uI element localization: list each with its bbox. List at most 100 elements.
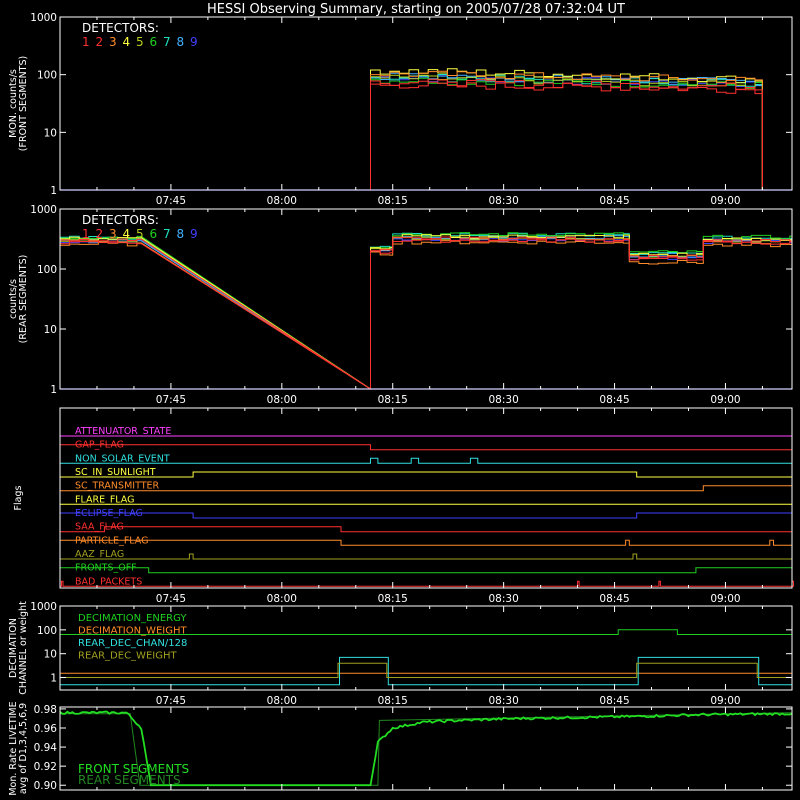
page-title: HESSI Observing Summary, starting on 200… [207,2,625,17]
legend-detector-8: 8 [177,227,185,241]
flag-label: SAA_FLAG [75,522,124,533]
flag-non-solar-event-trace [60,457,792,464]
y-tick-label: 10 [44,127,57,139]
y-axis-label: Flags [13,485,24,510]
flag-particle-flag-trace [59,539,792,546]
y-tick-label: 100 [37,625,57,637]
legend-detector-9: 9 [190,227,198,241]
y-tick-label: 1 [50,384,57,396]
x-tick-label: 08:15 [378,195,408,207]
y-tick-label: 0.98 [34,704,57,716]
x-tick-label: 07:45 [156,394,186,406]
y-axis-label: avg of D1,3,4,5,6,9 [18,703,29,794]
legend-detector-5: 5 [136,227,144,241]
legend-detector-2: 2 [96,35,104,49]
decimation-legend-4: REAR_DEC_WEIGHT [78,651,177,662]
x-tick-label: 09:00 [710,593,740,605]
y-tick-label: 1 [50,185,57,197]
flag-label: PARTICLE_FLAG [75,535,148,546]
legend-detector-4: 4 [123,35,131,49]
flag-gap-flag-trace [59,444,792,451]
flag-label: FRONTS_OFF [75,563,137,574]
flag-label: SC_TRANSMITTER [75,481,160,492]
legend-detector-9: 9 [190,35,198,49]
detector-3-trace [59,240,793,390]
flags-panel: ATTENUATOR_STATE GAP_FLAG NON_SOLAR_EVENT S… [13,407,794,605]
x-tick-label: 07:45 [156,695,186,707]
y-tick-label: 0.94 [34,742,58,754]
legend-detector-8: 8 [177,35,185,49]
flag-label: SC_IN_SUNLIGHT [75,467,156,478]
legend-title: DETECTORS: [82,213,159,227]
x-tick-label: 07:45 [156,195,186,207]
flag-label: BAD_PACKETS [75,576,142,587]
y-tick-label: 100 [37,264,57,276]
flag-aaz-flag-trace [60,553,792,560]
detector-9-trace [60,75,792,191]
y-axis-label: (FRONT SEGMENTS) [18,56,29,151]
x-tick-label: 08:00 [267,195,297,207]
x-tick-label: 08:30 [489,593,519,605]
rear-segments-panel: 1 10 100 1000 07:45 08:00 08:15 08:30 08:45 09:00… [8,204,793,406]
y-tick-label: 0.96 [34,723,58,735]
x-tick-label: 08:30 [489,394,519,406]
x-tick-label: 08:45 [599,593,629,605]
detector-5-trace [60,74,792,191]
decimation-legend-1: DECIMATION_ENERGY [78,613,187,624]
flag-label: AAZ_FLAG [75,549,124,560]
y-tick-label: 10 [44,649,57,661]
y-tick-label: 1000 [30,12,57,24]
legend-detector-7: 7 [163,227,171,241]
legend-detector-7: 7 [163,35,171,49]
legend-title: DETECTORS: [82,21,159,35]
detector-2-trace [59,238,793,390]
y-tick-label: 10 [44,324,57,336]
flag-sc-in-sunlight-trace [60,471,792,478]
x-tick-label: 09:00 [710,394,740,406]
flag-label: ECLIPSE_FLAG [75,508,143,519]
x-tick-label: 07:45 [156,593,186,605]
x-tick-label: 08:15 [378,695,408,707]
y-axis-label: CHANNEL or weight [18,601,29,695]
y-tick-label: 0.90 [34,780,57,792]
y-tick-label: 100 [37,70,57,82]
legend-detector-6: 6 [150,35,158,49]
flag-label: ATTENUATOR_STATE [75,426,171,437]
x-tick-label: 08:00 [267,695,297,707]
legend-detector-4: 4 [123,227,131,241]
hessi-observing-summary-chart: HESSI Observing Summary, starting on 200… [8,2,794,796]
x-tick-label: 08:15 [378,593,408,605]
flag-label: FLARE_FLAG [75,494,135,505]
detector-7-trace [60,74,792,191]
x-tick-label: 09:00 [710,695,740,707]
flag-sc-transmitter-trace [60,485,793,492]
x-tick-label: 08:30 [489,695,519,707]
detector-1-trace [60,78,792,191]
x-tick-label: 08:00 [267,593,297,605]
decimation-panel: DECIMATION_ENERGYDECIMATION_WEIGHTREAR_D… [8,601,793,707]
legend-detector-1: 1 [82,35,90,49]
livetime-panel: 0.900.920.940.960.98Mon. Rate LIVETIME av… [8,701,793,796]
flag-saa-flag-trace [60,526,792,533]
y-tick-label: 1 [50,673,57,685]
front-segments-panel: 1 10 100 1000 07:45 08:00 08:15 08:30 08:45 09:00… [8,12,793,207]
y-tick-label: 0.92 [34,761,57,773]
flag-bad-packets-trace [60,580,794,587]
decimation-legend-3: REAR_DEC_CHAN/128 [78,638,187,649]
legend-detector-5: 5 [136,35,144,49]
legend-detector-6: 6 [150,227,158,241]
x-tick-label: 08:45 [599,695,629,707]
decimation-series-4 [60,662,792,678]
x-tick-label: 08:45 [599,195,629,207]
x-tick-label: 08:15 [378,394,408,406]
x-tick-label: 08:45 [599,394,629,406]
x-tick-label: 08:00 [267,394,297,406]
x-tick-label: 09:00 [710,195,740,207]
legend-detector-3: 3 [109,227,117,241]
x-tick-label: 08:30 [489,195,519,207]
detector-6-trace [60,77,792,191]
flag-eclipse-flag-trace [59,512,793,519]
flag-label: GAP_FLAG [75,440,124,451]
y-tick-label: 1000 [30,601,57,613]
legend-rear-segments: REAR SEGMENTS [78,773,181,787]
